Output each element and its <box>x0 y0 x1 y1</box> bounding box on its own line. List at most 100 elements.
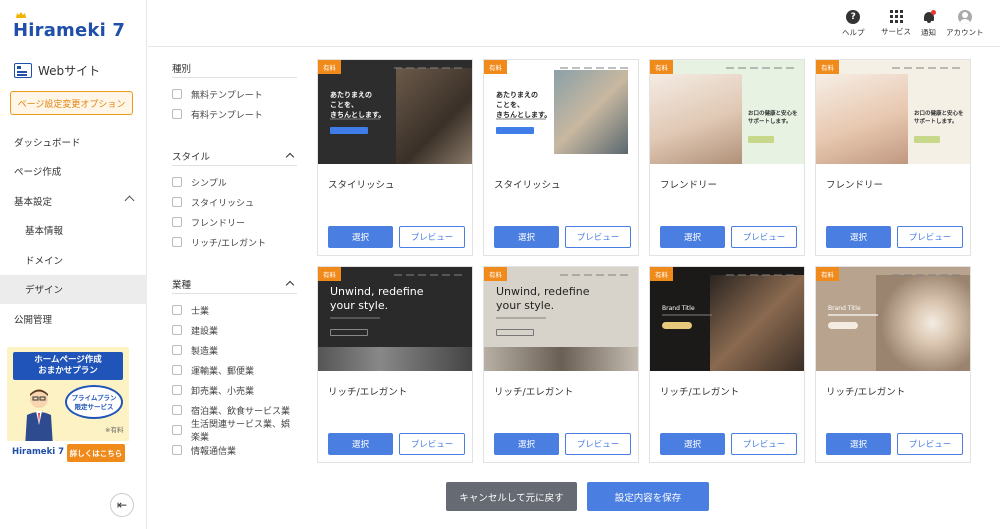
preview-button[interactable]: プレビュー <box>565 433 631 455</box>
filter-option[interactable]: 製造業 <box>172 340 297 360</box>
filter-option[interactable]: 無料テンプレート <box>172 84 297 104</box>
filter-option[interactable]: リッチ/エレガント <box>172 232 297 252</box>
filter-group-style: スタイル シンプル スタイリッシュ フレンドリー リッチ/エレガント <box>172 146 297 252</box>
sidebar-item-publish[interactable]: 公開管理 <box>0 304 147 334</box>
filter-option-label: スタイリッシュ <box>191 198 255 209</box>
preview-button[interactable]: プレビュー <box>399 433 465 455</box>
template-thumbnail[interactable]: あたりまえの ことを、 きちんとします。 <box>318 60 472 164</box>
notifications-button[interactable]: 通知 <box>921 10 936 38</box>
thumb-hero-text: Brand Title <box>828 305 861 312</box>
template-card[interactable]: お口の健康と安心を サポートします。 有料 フレンドリー 選択 プレビュー <box>649 59 805 256</box>
checkbox[interactable] <box>172 365 182 375</box>
filter-option[interactable]: 建設業 <box>172 320 297 340</box>
filter-option[interactable]: 生活関連サービス業、娯楽業 <box>172 420 297 443</box>
account-button[interactable]: アカウント <box>946 10 984 38</box>
template-thumbnail[interactable]: あたりまえの ことを、 きちんとします。 <box>484 60 638 164</box>
checkbox[interactable] <box>172 385 182 395</box>
checkbox[interactable] <box>172 425 182 435</box>
preview-button[interactable]: プレビュー <box>897 226 963 248</box>
services-button[interactable]: サービス <box>881 10 911 37</box>
crown-icon <box>16 12 26 18</box>
template-card[interactable]: Unwind, redefine your style. 有料 リッチ/エレガン… <box>483 266 639 463</box>
checkbox[interactable] <box>172 89 182 99</box>
brand-logo[interactable]: Hirameki 7 <box>13 12 125 42</box>
filter-option[interactable]: シンプル <box>172 172 297 192</box>
checkbox[interactable] <box>172 325 182 335</box>
help-button[interactable]: ? ヘルプ <box>842 10 865 38</box>
select-button[interactable]: 選択 <box>826 226 891 248</box>
select-button[interactable]: 選択 <box>328 226 393 248</box>
person-illustration <box>25 389 53 447</box>
sidebar-item-dashboard[interactable]: ダッシュボード <box>0 127 147 157</box>
thumb-nav <box>324 67 464 70</box>
filter-group-title: 種別 <box>172 58 297 78</box>
filter-option[interactable]: フレンドリー <box>172 212 297 232</box>
checkbox[interactable] <box>172 445 182 455</box>
checkbox[interactable] <box>172 177 182 187</box>
thumb-hero-text: あたりまえの ことを、 きちんとします。 <box>330 91 386 119</box>
cancel-button[interactable]: キャンセルして元に戻す <box>446 482 577 511</box>
template-thumbnail[interactable]: Brand Title <box>650 267 804 371</box>
template-thumbnail[interactable]: Brand Title <box>816 267 970 371</box>
sidebar-item-basic-info[interactable]: 基本情報 <box>0 216 147 246</box>
checkbox[interactable] <box>172 405 182 415</box>
select-button[interactable]: 選択 <box>660 433 725 455</box>
template-thumbnail[interactable]: Unwind, redefine your style. <box>318 267 472 371</box>
template-card[interactable]: Brand Title 有料 リッチ/エレガント 選択 プレビュー <box>815 266 971 463</box>
select-button[interactable]: 選択 <box>826 433 891 455</box>
hero-photo <box>876 275 970 371</box>
preview-button[interactable]: プレビュー <box>731 226 797 248</box>
hero-photo <box>816 74 908 164</box>
filter-option[interactable]: スタイリッシュ <box>172 192 297 212</box>
template-thumbnail[interactable]: お口の健康と安心を サポートします。 <box>816 60 970 164</box>
banner-logo: Hirameki 7 <box>12 447 65 457</box>
filter-group-title[interactable]: スタイル <box>172 146 297 166</box>
thumb-subtext <box>330 118 380 120</box>
page-settings-option-button[interactable]: ページ設定変更オプション <box>10 91 133 115</box>
template-thumbnail[interactable]: お口の健康と安心を サポートします。 <box>650 60 804 164</box>
banner-cta-button[interactable]: 詳しくはこちら <box>67 444 125 462</box>
select-button[interactable]: 選択 <box>494 433 559 455</box>
site-selector[interactable]: Webサイト <box>14 62 100 79</box>
filter-option-label: 卸売業、小売業 <box>191 386 255 397</box>
filter-option[interactable]: 情報通信業 <box>172 440 297 460</box>
thumb-button <box>662 322 692 329</box>
checkbox[interactable] <box>172 109 182 119</box>
template-card[interactable]: Unwind, redefine your style. 有料 リッチ/エレガン… <box>317 266 473 463</box>
filter-option[interactable]: 有料テンプレート <box>172 104 297 124</box>
sidebar-item-page-create[interactable]: ページ作成 <box>0 157 147 187</box>
sidebar-item-design[interactable]: デザイン <box>0 274 147 304</box>
preview-button[interactable]: プレビュー <box>731 433 797 455</box>
thumb-hero-text: Unwind, redefine your style. <box>330 285 424 312</box>
select-button[interactable]: 選択 <box>660 226 725 248</box>
sidebar-item-basic-settings[interactable]: 基本設定 <box>0 186 147 216</box>
select-button[interactable]: 選択 <box>328 433 393 455</box>
select-button[interactable]: 選択 <box>494 226 559 248</box>
checkbox[interactable] <box>172 197 182 207</box>
checkbox[interactable] <box>172 217 182 227</box>
template-card[interactable]: あたりまえの ことを、 きちんとします。 有料 スタイリッシュ 選択 プレビュー <box>483 59 639 256</box>
save-button[interactable]: 設定内容を保存 <box>587 482 709 511</box>
preview-button[interactable]: プレビュー <box>565 226 631 248</box>
filter-option[interactable]: 士業 <box>172 300 297 320</box>
preview-button[interactable]: プレビュー <box>399 226 465 248</box>
filter-option[interactable]: 運輸業、郵便業 <box>172 360 297 380</box>
site-label: Webサイト <box>38 64 101 78</box>
template-card[interactable]: Brand Title 有料 リッチ/エレガント 選択 プレビュー <box>649 266 805 463</box>
filter-group-title[interactable]: 業種 <box>172 274 297 294</box>
filter-title-style: スタイル <box>172 151 211 163</box>
filter-group-industry: 業種 士業 建設業 製造業 運輸業、郵便業 卸売業、小売業 宿泊業、飲食サービス… <box>172 274 297 460</box>
sidebar-item-domain[interactable]: ドメイン <box>0 245 147 275</box>
filter-option[interactable]: 卸売業、小売業 <box>172 380 297 400</box>
preview-button[interactable]: プレビュー <box>897 433 963 455</box>
bell-icon <box>923 10 936 24</box>
collapse-sidebar-button[interactable]: ⇤ <box>110 493 134 517</box>
checkbox[interactable] <box>172 237 182 247</box>
help-icon: ? <box>846 10 861 24</box>
checkbox[interactable] <box>172 345 182 355</box>
template-card[interactable]: あたりまえの ことを、 きちんとします。 有料 スタイリッシュ 選択 プレビュー <box>317 59 473 256</box>
template-thumbnail[interactable]: Unwind, redefine your style. <box>484 267 638 371</box>
checkbox[interactable] <box>172 305 182 315</box>
promo-banner[interactable]: ホームページ作成 おまかせプラン プライムプラン 限定サービス ※有料 Hira… <box>7 347 129 465</box>
template-card[interactable]: お口の健康と安心を サポートします。 有料 フレンドリー 選択 プレビュー <box>815 59 971 256</box>
